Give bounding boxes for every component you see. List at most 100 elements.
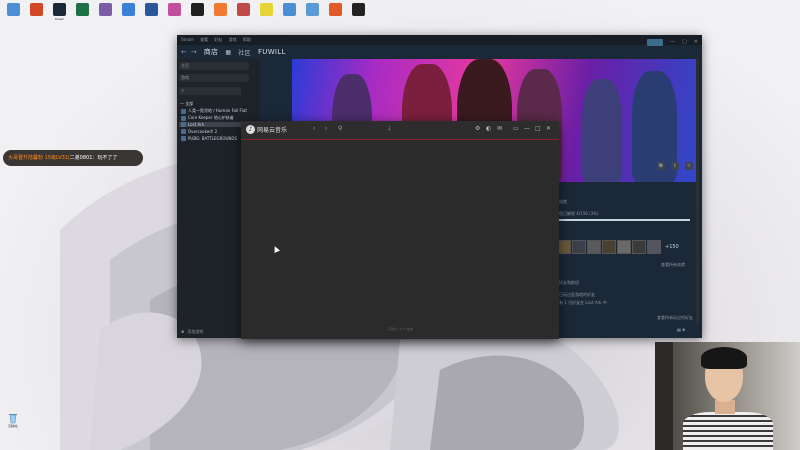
achievements-progress-text: 您已解锁 4/156 (3%) bbox=[559, 211, 599, 216]
achievements-title: 成就 bbox=[559, 199, 567, 204]
netease-logo-icon: ♪ bbox=[246, 125, 255, 134]
desktop-shortcut[interactable] bbox=[26, 0, 47, 26]
achievement-icon[interactable] bbox=[617, 240, 631, 254]
danmaku-prefix: 大哥晋升陆馨粉 15级LV31| bbox=[8, 155, 70, 161]
desktop-shortcut[interactable] bbox=[348, 0, 369, 26]
favorite-star-icon[interactable]: ☆ bbox=[685, 162, 693, 170]
game-icon bbox=[181, 122, 186, 127]
desktop-shortcut[interactable] bbox=[141, 0, 162, 26]
add-icon: ⊕ bbox=[181, 329, 185, 334]
library-scrollbar[interactable] bbox=[696, 59, 699, 325]
desktop-shortcut[interactable] bbox=[233, 0, 254, 26]
ncm-mail-icon[interactable]: ✉ bbox=[497, 125, 502, 132]
desktop-shortcut[interactable] bbox=[164, 0, 185, 26]
nav-store[interactable]: 商店 bbox=[204, 47, 219, 57]
search-input[interactable] bbox=[179, 87, 241, 95]
friends-chat-icon[interactable]: ▤ ⊕ bbox=[677, 327, 685, 332]
menu-view[interactable]: 查看 bbox=[200, 37, 208, 42]
recycle-bin[interactable]: 回收站 bbox=[2, 412, 24, 428]
desktop-shortcut[interactable] bbox=[118, 0, 139, 26]
settings-gear-icon[interactable]: ⚙ bbox=[657, 162, 665, 170]
achievement-icon[interactable] bbox=[632, 240, 646, 254]
home-label: 主页 bbox=[181, 63, 189, 68]
menu-help[interactable]: 帮助 bbox=[243, 37, 251, 42]
app-icon bbox=[214, 3, 227, 16]
ncm-titlebar: ♪ 网易云音乐 ‹ › ⚲ ♩ ⚙ ◐ ✉ ▭ — □ ✕ bbox=[241, 121, 559, 140]
home-box[interactable] bbox=[179, 62, 249, 70]
menu-games[interactable]: 游戏 bbox=[229, 37, 237, 42]
nav-community[interactable]: 社区 bbox=[238, 48, 251, 57]
recycle-bin-icon bbox=[7, 412, 19, 424]
desktop-shortcut[interactable] bbox=[279, 0, 300, 26]
friends-in-game-text: 有 1 位好友在 Lost Ark 中 bbox=[559, 300, 607, 305]
desktop-shortcut[interactable] bbox=[187, 0, 208, 26]
info-icon[interactable]: i bbox=[671, 162, 679, 170]
nav-user[interactable]: FUWILL bbox=[258, 48, 286, 56]
excel-icon bbox=[76, 3, 89, 16]
ncm-mini-mode-icon[interactable]: ▭ bbox=[513, 125, 519, 132]
ncm-forward-icon[interactable]: › bbox=[325, 125, 327, 132]
forward-arrow-icon[interactable]: → bbox=[191, 48, 197, 56]
game-item-selected[interactable]: Lost Ark bbox=[179, 122, 243, 127]
desktop-shortcut-label: Steam bbox=[54, 17, 65, 21]
steam-nav: ← → 商店 ▦ 社区 FUWILL bbox=[177, 45, 702, 59]
achievement-icon[interactable] bbox=[557, 240, 571, 254]
achievement-icon[interactable] bbox=[587, 240, 601, 254]
word-icon bbox=[145, 3, 158, 16]
achievements-progress-bar bbox=[557, 219, 690, 221]
add-game-label: 添加游戏 bbox=[187, 328, 204, 334]
friends-title: 好友和群组 bbox=[559, 280, 579, 285]
hero-figure bbox=[582, 79, 622, 182]
steam-menubar: Steam 查看 好友 游戏 帮助 — ▢ ✕ bbox=[177, 35, 702, 46]
app-icon bbox=[352, 3, 365, 16]
game-icon bbox=[181, 108, 186, 114]
ncm-settings-icon[interactable]: ⚙ bbox=[475, 125, 480, 132]
ncm-minimize-icon[interactable]: — bbox=[524, 125, 530, 132]
app-icon bbox=[99, 3, 112, 16]
achievement-icon[interactable] bbox=[602, 240, 616, 254]
desktop-shortcut[interactable] bbox=[210, 0, 231, 26]
view-all-friends-link[interactable]: 查看所有玩过的好友 bbox=[657, 315, 693, 321]
ncm-close-icon[interactable]: ✕ bbox=[546, 125, 551, 132]
app-icon bbox=[329, 3, 342, 16]
desktop-shortcut[interactable] bbox=[95, 0, 116, 26]
game-icon bbox=[181, 136, 186, 141]
more-achievements-count[interactable]: +150 bbox=[665, 244, 679, 250]
nav-library-icon[interactable]: ▦ bbox=[225, 49, 231, 56]
game-item[interactable]: PUBG: BATTLEGROUNDS bbox=[181, 136, 237, 141]
ncm-search-icon[interactable]: ⚲ bbox=[338, 125, 342, 132]
app-icon bbox=[260, 3, 273, 16]
desktop-shortcut[interactable] bbox=[302, 0, 323, 26]
game-item[interactable]: Core Keeper 地心护核者 bbox=[181, 115, 234, 121]
desktop-icons: Steam bbox=[0, 0, 369, 26]
ncm-footer-text: 工具栏 / 1.7 / 版本 bbox=[387, 327, 413, 331]
game-item[interactable]: Overcooked! 2 bbox=[181, 129, 217, 134]
netease-music-window: ♪ 网易云音乐 ‹ › ⚲ ♩ ⚙ ◐ ✉ ▭ — □ ✕ 工具栏 / 1.7 … bbox=[241, 121, 559, 339]
danmaku-text: 二弟0801：玩不了了 bbox=[69, 155, 118, 161]
danmaku-comment: 大哥晋升陆馨粉 15级LV31|二弟0801：玩不了了 bbox=[3, 150, 143, 166]
streamer-hair bbox=[701, 347, 747, 369]
ncm-theme-icon[interactable]: ◐ bbox=[486, 125, 491, 132]
ncm-mic-icon[interactable]: ♩ bbox=[388, 125, 391, 132]
webcam-overlay bbox=[655, 342, 800, 450]
desktop-shortcut[interactable] bbox=[3, 0, 24, 26]
achievement-icon[interactable] bbox=[647, 240, 661, 254]
desktop-shortcut[interactable] bbox=[256, 0, 277, 26]
ncm-back-icon[interactable]: ‹ bbox=[313, 125, 315, 132]
filter-dropdown[interactable] bbox=[179, 74, 249, 82]
cam-background-door bbox=[655, 342, 673, 450]
search-icon: ⚲ bbox=[181, 88, 184, 93]
ncm-maximize-icon[interactable]: □ bbox=[535, 125, 541, 132]
menu-steam[interactable]: Steam bbox=[181, 37, 194, 42]
game-icon bbox=[181, 115, 186, 121]
game-item[interactable]: 人类一败涂地 / Human Fall Flat bbox=[181, 108, 247, 114]
view-all-achievements-link[interactable]: 查看所有成就 bbox=[661, 262, 685, 268]
desktop-shortcut[interactable]: Steam bbox=[49, 0, 70, 26]
back-arrow-icon[interactable]: ← bbox=[181, 48, 187, 56]
desktop-shortcut[interactable] bbox=[72, 0, 93, 26]
app-icon bbox=[168, 3, 181, 16]
desktop-shortcut[interactable] bbox=[325, 0, 346, 26]
app-icon bbox=[237, 3, 250, 16]
achievement-icon[interactable] bbox=[572, 240, 586, 254]
menu-friends[interactable]: 好友 bbox=[214, 37, 222, 42]
